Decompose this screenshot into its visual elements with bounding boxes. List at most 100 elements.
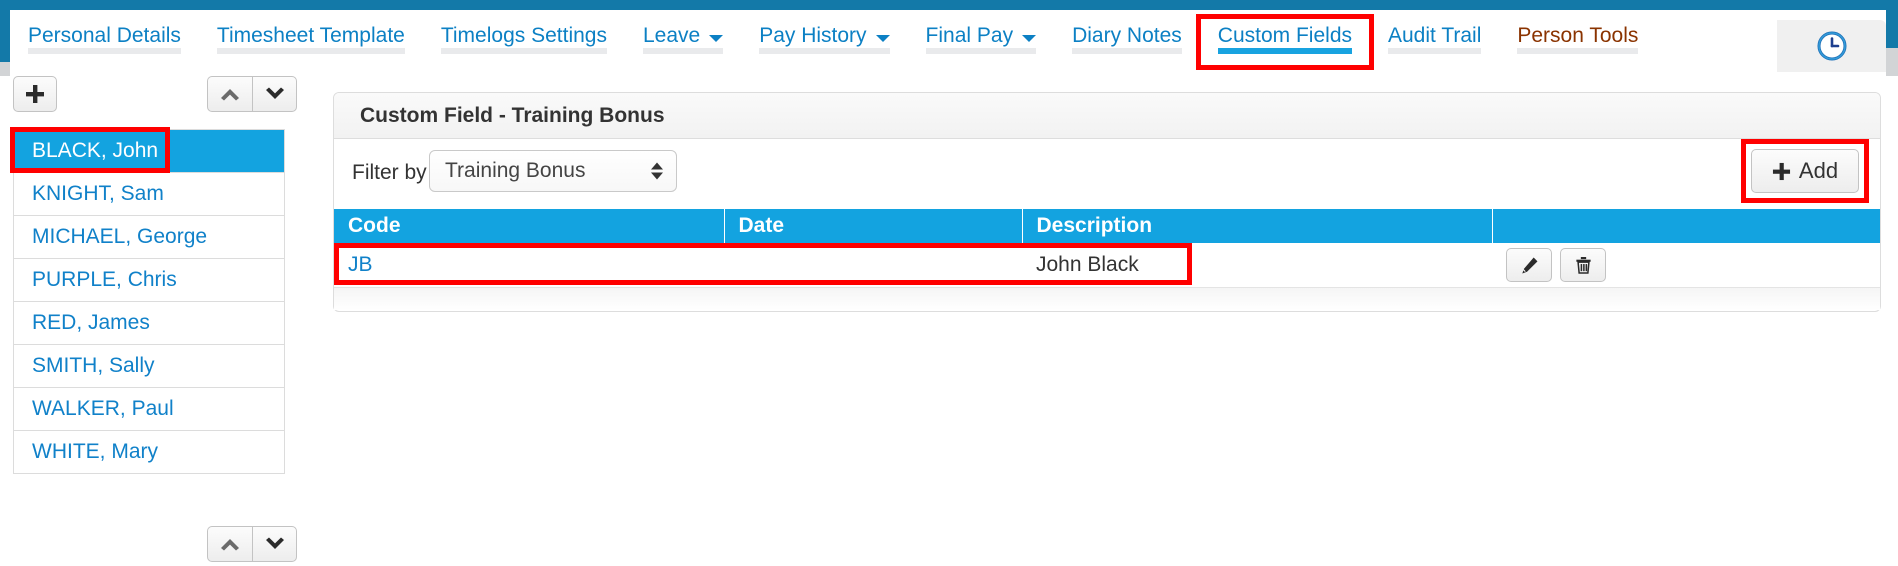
clock-icon (1816, 30, 1848, 62)
sidebar-toolbar-top (10, 76, 297, 116)
table-row[interactable]: JB John Black (334, 243, 1880, 288)
tab-underline (440, 48, 607, 54)
tab-label: Pay History (759, 24, 867, 47)
sidebar-toolbar-bottom (10, 526, 297, 566)
tab-label: Leave (642, 24, 701, 47)
tab-label: Custom Fields (1217, 24, 1352, 47)
tab-list: Personal Details Timesheet Template Timelo… (10, 10, 1656, 62)
list-item[interactable]: SMITH, Sally (14, 345, 284, 388)
clock-button[interactable] (1777, 20, 1886, 72)
column-header-description[interactable]: Description (1022, 209, 1493, 243)
chevron-down-icon (709, 35, 724, 42)
person-name: RED, James (32, 311, 150, 334)
cell-actions (1492, 243, 1880, 288)
people-sidebar: BLACK, John KNIGHT, Sam MICHAEL, George PUR… (10, 76, 297, 562)
person-name: WHITE, Mary (32, 440, 158, 463)
tab-final-pay[interactable]: Final Pay (908, 10, 1055, 62)
tab-label: Person Tools (1517, 24, 1639, 47)
chevron-down-icon (265, 87, 285, 101)
tab-bar: Personal Details Timesheet Template Timelo… (10, 10, 1886, 72)
column-header-code[interactable]: Code (334, 209, 725, 243)
tab-leave[interactable]: Leave (625, 10, 741, 62)
panel-body: Filter by Training Bonus Add Code Date D… (334, 139, 1880, 311)
filter-select[interactable]: Training Bonus (429, 150, 677, 192)
custom-field-panel: Custom Field - Training Bonus Filter by … (333, 92, 1881, 312)
tab-timelogs-settings[interactable]: Timelogs Settings (423, 10, 625, 62)
tab-underline (759, 48, 890, 54)
add-button-label: Add (1798, 158, 1839, 183)
chevron-down-icon (1022, 35, 1037, 42)
tab-underline (28, 48, 181, 54)
tab-underline (925, 48, 1037, 54)
add-custom-field-button[interactable]: Add (1751, 149, 1859, 193)
person-name: KNIGHT, Sam (32, 182, 164, 205)
tab-personal-details[interactable]: Personal Details (10, 10, 199, 62)
person-name: PURPLE, Chris (32, 268, 177, 291)
table-footer (334, 288, 1880, 310)
scroll-down-button-top[interactable] (252, 76, 297, 112)
scroll-down-button-bottom[interactable] (252, 526, 297, 562)
person-name: WALKER, Paul (32, 397, 174, 420)
tab-audit-trail[interactable]: Audit Trail (1370, 10, 1499, 62)
chevron-up-icon (220, 87, 240, 101)
filter-label: Filter by (352, 161, 427, 184)
trash-icon (1574, 255, 1593, 275)
tab-underline (1517, 48, 1639, 54)
list-item[interactable]: KNIGHT, Sam (14, 173, 284, 216)
list-item[interactable]: BLACK, John (14, 130, 284, 173)
tab-person-tools[interactable]: Person Tools (1499, 10, 1656, 62)
cell-code[interactable]: JB (334, 243, 724, 288)
tab-timesheet-template[interactable]: Timesheet Template (199, 10, 423, 62)
application-window: Personal Details Timesheet Template Timelo… (0, 0, 1898, 562)
pencil-icon (1520, 256, 1539, 275)
sidebar-nav-bottom (207, 526, 297, 562)
column-header-date[interactable]: Date (724, 209, 1023, 243)
table-body: JB John Black (334, 243, 1880, 288)
delete-row-button[interactable] (1560, 248, 1606, 282)
list-item[interactable]: RED, James (14, 302, 284, 345)
top-accent-bar (0, 0, 1898, 10)
right-grey-rail (1886, 48, 1898, 76)
column-header-actions (1492, 209, 1880, 243)
tab-underline (1217, 48, 1352, 54)
chevron-up-icon (220, 537, 240, 551)
tab-custom-fields[interactable]: Custom Fields (1200, 10, 1370, 62)
tab-underline (1388, 48, 1482, 54)
tab-pay-history[interactable]: Pay History (741, 10, 907, 62)
tab-label: Timelogs Settings (440, 24, 607, 47)
edit-row-button[interactable] (1506, 248, 1552, 282)
left-grey-rail (0, 62, 10, 76)
cell-description: John Black (1022, 243, 1492, 288)
tab-underline (642, 48, 724, 54)
tab-diary-notes[interactable]: Diary Notes (1054, 10, 1200, 62)
filter-select-value: Training Bonus (445, 159, 586, 182)
cell-date (724, 243, 1022, 288)
filter-row: Filter by Training Bonus Add (334, 139, 1880, 209)
tab-label: Audit Trail (1388, 24, 1482, 47)
person-name: SMITH, Sally (32, 354, 155, 377)
chevron-down-icon (875, 35, 890, 42)
plus-icon (25, 84, 45, 104)
person-name: MICHAEL, George (32, 225, 208, 248)
table-header-row: Code Date Description (334, 209, 1880, 243)
plus-icon (1772, 162, 1791, 181)
tab-underline (1072, 48, 1182, 54)
sidebar-nav-top (207, 76, 297, 112)
panel-title: Custom Field - Training Bonus (334, 93, 1880, 139)
list-item[interactable]: MICHAEL, George (14, 216, 284, 259)
person-list: BLACK, John KNIGHT, Sam MICHAEL, George PUR… (13, 129, 285, 474)
scroll-up-button-top[interactable] (207, 76, 252, 112)
scroll-up-button-bottom[interactable] (207, 526, 252, 562)
chevron-down-icon (265, 537, 285, 551)
add-person-button[interactable] (13, 76, 57, 112)
list-item[interactable]: PURPLE, Chris (14, 259, 284, 302)
list-item[interactable]: WHITE, Mary (14, 431, 284, 474)
tab-underline (216, 48, 405, 54)
person-name: BLACK, John (32, 139, 159, 162)
tab-label: Diary Notes (1072, 24, 1182, 47)
list-item[interactable]: WALKER, Paul (14, 388, 284, 431)
left-accent-rail (0, 0, 10, 62)
tab-label: Final Pay (925, 24, 1014, 47)
select-stepper-icon (651, 162, 663, 180)
row-action-group (1492, 248, 1880, 282)
